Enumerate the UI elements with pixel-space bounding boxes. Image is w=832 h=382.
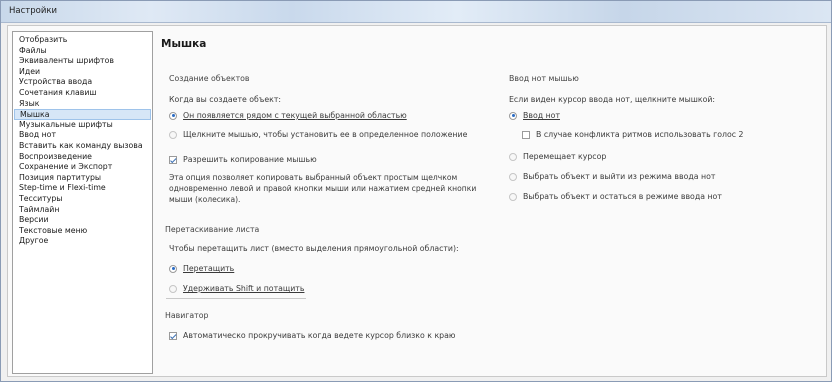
create-objects-prompt: Когда вы создаете объект: — [169, 95, 282, 104]
divider — [166, 298, 306, 299]
create-near-selection-label: Он появляется рядом с текущей выбранной … — [183, 111, 407, 120]
drag-paper-heading: Перетаскивание листа — [165, 225, 260, 234]
radio-button — [509, 152, 517, 161]
create-click-to-place-option[interactable]: Щелкните мышью, чтобы установить ее в оп… — [169, 130, 467, 139]
auto-scroll-option[interactable]: Автоматическо прокручивать когда ведете … — [169, 331, 455, 340]
select-and-exit-label: Выбрать объект и выйти из режима ввода н… — [523, 172, 716, 181]
move-caret-label: Перемещает курсор — [523, 152, 607, 161]
sidebar-item-save-export[interactable]: Сохранение и Экспорт — [14, 162, 151, 173]
radio-button — [169, 264, 177, 273]
sidebar-list: Отобразить Файлы Эквиваленты шрифтов Иде… — [12, 31, 153, 374]
select-and-exit-option[interactable]: Выбрать объект и выйти из режима ввода н… — [509, 172, 715, 181]
radio-button — [169, 284, 177, 293]
sidebar-item-other[interactable]: Другое — [14, 236, 151, 247]
radio-button — [509, 192, 517, 201]
radio-button — [509, 111, 517, 120]
sidebar-item-versions[interactable]: Версии — [14, 215, 151, 226]
sidebar-item-display[interactable]: Отобразить — [14, 35, 151, 46]
shift-drag-option[interactable]: Удерживать Shift и потащить — [169, 284, 304, 293]
select-and-stay-option[interactable]: Выбрать объект и остаться в режиме ввода… — [509, 192, 722, 201]
allow-mouse-copy-option[interactable]: Разрешить копирование мышью — [169, 155, 317, 164]
create-near-selection-option[interactable]: Он появляется рядом с текущей выбранной … — [169, 111, 407, 120]
sidebar-item-input-devices[interactable]: Устройства ввода — [14, 77, 151, 88]
use-voice-2-label: В случае конфликта ритмов использовать г… — [536, 130, 744, 139]
sidebar-item-keyboard-shortcuts[interactable]: Сочетания клавиш — [14, 88, 151, 99]
drag-label: Перетащить — [183, 264, 235, 273]
use-voice-2-option[interactable]: В случае конфликта ритмов использовать г… — [522, 130, 744, 139]
create-objects-heading: Создание объектов — [169, 74, 250, 83]
drag-paper-prompt: Чтобы перетащить лист (вместо выделения … — [169, 244, 459, 253]
auto-scroll-label: Автоматическо прокручивать когда ведете … — [183, 331, 456, 340]
checkbox — [522, 130, 530, 139]
sidebar-item-note-input[interactable]: Ввод нот — [14, 130, 151, 141]
page-title: Мышка — [161, 38, 207, 50]
allow-mouse-copy-label: Разрешить копирование мышью — [183, 155, 317, 164]
sidebar-item-mouse[interactable]: Мышка — [14, 109, 151, 120]
sidebar-item-ideas[interactable]: Идеи — [14, 67, 151, 78]
sidebar-item-step-time[interactable]: Step-time и Flexi-time — [14, 183, 151, 194]
copy-description: Эта опция позволяет копировать выбранный… — [169, 173, 477, 204]
sidebar-item-playback[interactable]: Воспроизведение — [14, 152, 151, 163]
sidebar-item-language[interactable]: Язык — [14, 99, 151, 110]
window-title: Настройки — [9, 6, 58, 16]
sidebar-item-music-fonts[interactable]: Музыкальные шрифты — [14, 120, 151, 131]
mouse-note-input-heading: Ввод нот мышью — [509, 74, 579, 83]
mouse-note-input-prompt: Если виден курсор ввода нот, щелкните мы… — [509, 95, 716, 104]
note-input-option[interactable]: Ввод нот — [509, 111, 560, 120]
checkbox — [169, 155, 177, 164]
radio-button — [169, 111, 177, 120]
checkbox — [169, 331, 177, 340]
sidebar-item-paste-as-cue[interactable]: Вставить как команду вызова — [14, 141, 151, 152]
title-bar[interactable]: Настройки — [1, 1, 831, 23]
drag-option[interactable]: Перетащить — [169, 264, 234, 273]
move-caret-option[interactable]: Перемещает курсор — [509, 152, 606, 161]
sidebar-item-word-menus[interactable]: Текстовые меню — [14, 226, 151, 237]
shift-drag-label: Удерживать Shift и потащить — [183, 284, 305, 293]
sidebar-item-tessituras[interactable]: Тесситуры — [14, 194, 151, 205]
radio-button — [169, 130, 177, 139]
radio-button — [509, 172, 517, 181]
select-and-stay-label: Выбрать объект и остаться в режиме ввода… — [523, 192, 722, 201]
navigator-heading: Навигатор — [165, 311, 209, 320]
note-input-label: Ввод нот — [523, 111, 560, 120]
sidebar-item-timeline[interactable]: Таймлайн — [14, 205, 151, 216]
create-click-to-place-label: Щелкните мышью, чтобы установить ее в оп… — [183, 130, 468, 139]
sidebar-item-score-position[interactable]: Позиция партитуры — [14, 173, 151, 184]
sidebar-item-files[interactable]: Файлы — [14, 46, 151, 57]
sidebar-item-font-equivalents[interactable]: Эквиваленты шрифтов — [14, 56, 151, 67]
